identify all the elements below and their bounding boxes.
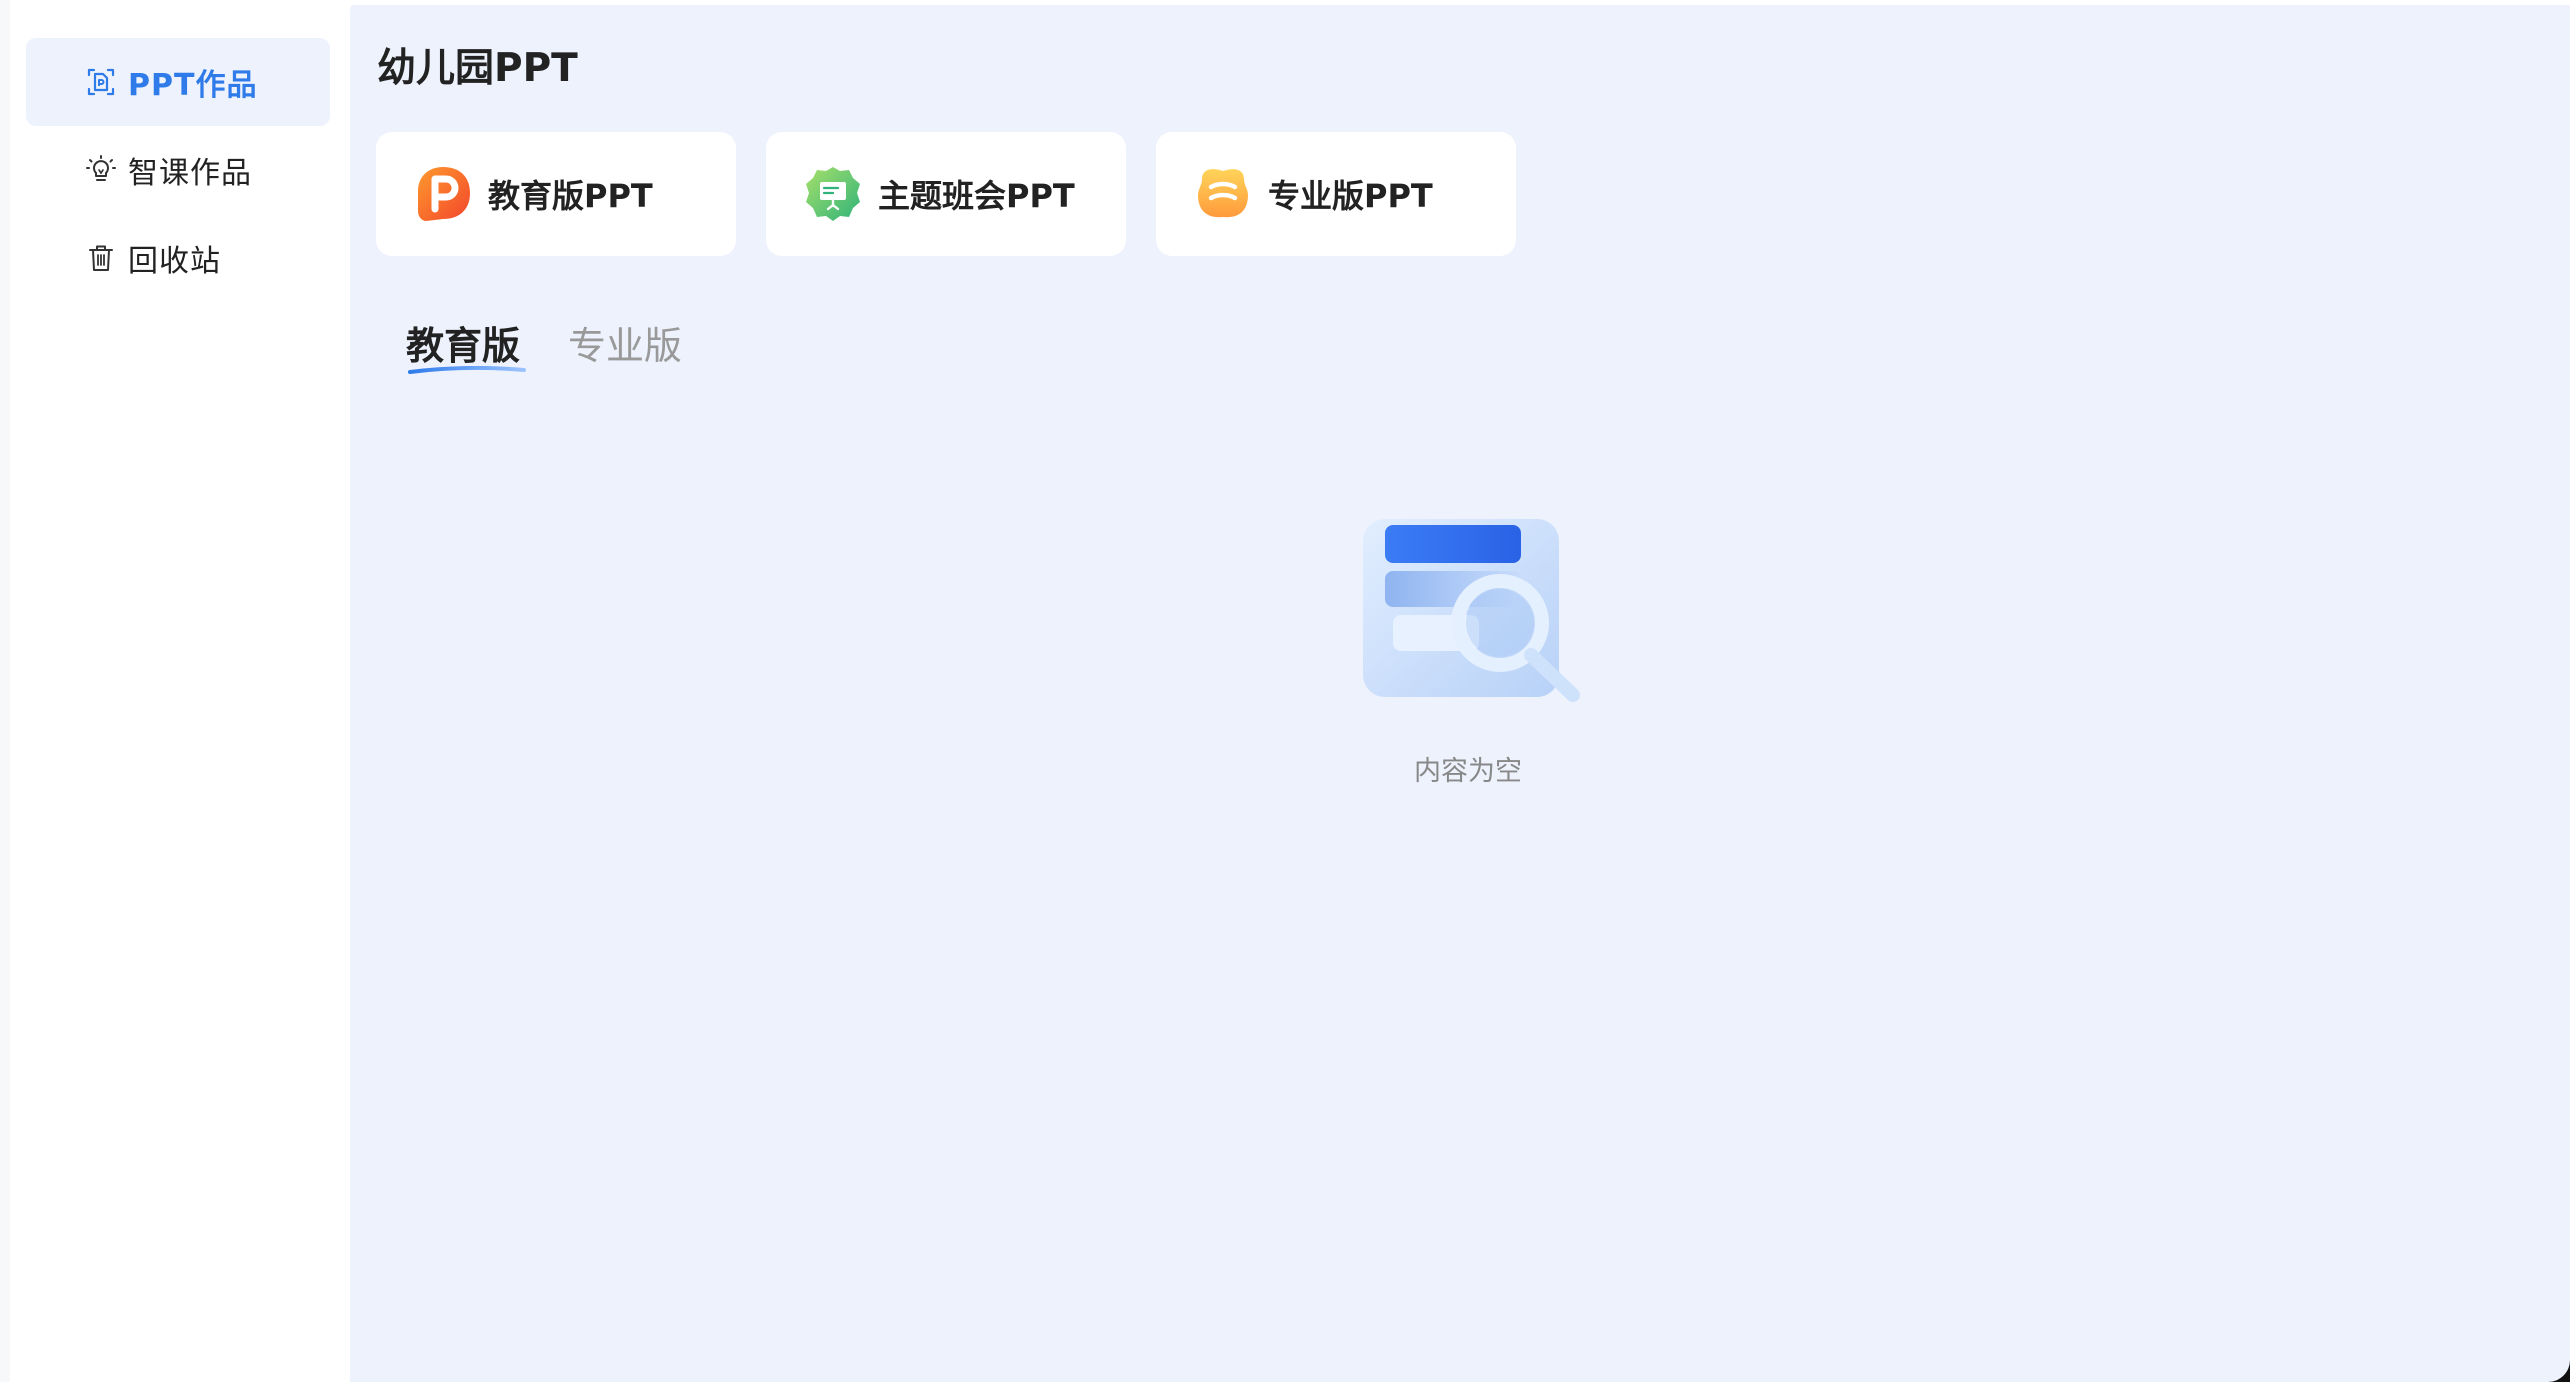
sidebar-item-label: 回收站 bbox=[128, 244, 221, 279]
page-title: 幼儿园PPT bbox=[377, 46, 578, 91]
window-corner bbox=[2548, 1360, 2570, 1382]
education-ppt-icon bbox=[418, 167, 470, 221]
card-pro-ppt[interactable]: 专业版PPT bbox=[1156, 132, 1516, 256]
card-label: 专业版PPT bbox=[1268, 177, 1433, 215]
empty-state: 内容为空 bbox=[350, 505, 2570, 788]
ppt-type-cards: 教育版PPT 主题班会PPT 专业版PPT bbox=[376, 132, 1546, 256]
pro-ppt-icon bbox=[1198, 169, 1248, 218]
card-label: 主题班会PPT bbox=[878, 177, 1075, 215]
card-education-ppt[interactable]: 教育版PPT bbox=[376, 132, 736, 256]
sidebar: PPT作品 智课作品 回收站 bbox=[10, 5, 350, 1382]
sidebar-item-smart-lessons[interactable]: 智课作品 bbox=[26, 126, 330, 214]
card-label: 教育版PPT bbox=[488, 177, 653, 215]
ppt-file-icon bbox=[84, 65, 118, 99]
sidebar-item-label: 智课作品 bbox=[128, 156, 252, 191]
tab-professional[interactable]: 专业版 bbox=[568, 315, 682, 376]
main-content: 幼儿园PPT 教育版PPT 主题班会PPT 专业版PPT 教育版 专业版 内容为… bbox=[350, 5, 2570, 1382]
version-tabs: 教育版 专业版 bbox=[406, 315, 730, 376]
class-meeting-ppt-icon bbox=[806, 167, 860, 221]
tab-education[interactable]: 教育版 bbox=[406, 315, 526, 376]
tab-label: 专业版 bbox=[568, 324, 683, 368]
tab-label: 教育版 bbox=[406, 324, 521, 368]
sidebar-item-recycle-bin[interactable]: 回收站 bbox=[26, 214, 330, 302]
app-window: PPT作品 智课作品 回收站 幼儿园PPT 教育版PPT 主题班会PPT 专业版… bbox=[0, 0, 2570, 1382]
empty-message: 内容为空 bbox=[1414, 756, 1522, 787]
trash-icon bbox=[84, 241, 118, 275]
sidebar-item-ppt-works[interactable]: PPT作品 bbox=[26, 38, 330, 126]
lightbulb-icon bbox=[84, 153, 118, 187]
empty-search-illustration bbox=[1363, 519, 1580, 702]
window-edge bbox=[0, 0, 10, 1382]
card-class-meeting-ppt[interactable]: 主题班会PPT bbox=[766, 132, 1126, 256]
sidebar-item-label: PPT作品 bbox=[128, 68, 258, 103]
